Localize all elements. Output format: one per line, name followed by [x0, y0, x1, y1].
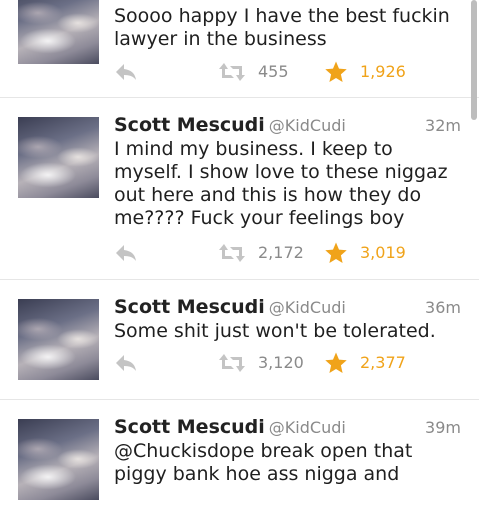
tweet[interactable]: Scott Mescudi @KidCudi 36m Some shit just…	[0, 280, 479, 400]
tweet-text: Soooo happy I have the best fuckin lawye…	[114, 5, 450, 50]
star-icon[interactable]	[324, 351, 348, 375]
tweet-text: I mind my business. I keep to myself. I …	[114, 138, 448, 229]
retweet-count: 455	[258, 62, 289, 81]
tweet-header: Scott Mescudi @KidCudi 39m	[114, 416, 461, 440]
user-handle: @KidCudi	[268, 298, 346, 317]
favorite-count: 1,926	[360, 62, 406, 81]
star-icon[interactable]	[324, 60, 348, 84]
avatar[interactable]	[18, 0, 99, 64]
scrollbar[interactable]	[471, 0, 477, 120]
tweet-actions: 3,120 2,377	[114, 352, 461, 376]
tweet-header: Scott Mescudi @KidCudi 36m	[114, 296, 461, 320]
favorite-count: 3,019	[360, 243, 406, 262]
tweet-actions: 455 1,926	[114, 61, 461, 85]
avatar[interactable]	[18, 117, 99, 198]
user-handle: @KidCudi	[268, 418, 346, 437]
display-name[interactable]: Scott Mescudi @KidCudi	[114, 296, 346, 318]
tweet[interactable]: Scott Mescudi @KidCudi 39m @Chuckisdope b…	[0, 400, 479, 520]
avatar[interactable]	[18, 419, 99, 500]
tweet-feed[interactable]: Soooo happy I have the best fuckin lawye…	[0, 0, 479, 500]
retweet-icon[interactable]	[218, 352, 246, 374]
retweet-icon[interactable]	[218, 61, 246, 83]
retweet-icon[interactable]	[218, 242, 246, 264]
tweet[interactable]: Scott Mescudi @KidCudi 32m I mind my busi…	[0, 98, 479, 280]
retweet-count: 3,120	[258, 353, 304, 372]
tweet-text: @Chuckisdope break open that piggy bank …	[114, 440, 413, 485]
retweet-count: 2,172	[258, 243, 304, 262]
tweet-text: Some shit just won't be tolerated.	[114, 320, 436, 342]
tweet-header: Scott Mescudi @KidCudi 32m	[114, 114, 461, 138]
reply-icon[interactable]	[114, 352, 138, 374]
display-name[interactable]: Scott Mescudi @KidCudi	[114, 416, 346, 438]
display-name[interactable]: Scott Mescudi @KidCudi	[114, 114, 346, 136]
star-icon[interactable]	[324, 241, 348, 265]
avatar[interactable]	[18, 299, 99, 380]
favorite-count: 2,377	[360, 353, 406, 372]
user-handle: @KidCudi	[268, 116, 346, 135]
reply-icon[interactable]	[114, 61, 138, 83]
reply-icon[interactable]	[114, 242, 138, 264]
tweet-timestamp: 36m	[425, 298, 461, 317]
tweet-timestamp: 39m	[425, 418, 461, 437]
tweet[interactable]: Soooo happy I have the best fuckin lawye…	[0, 0, 479, 98]
tweet-timestamp: 32m	[425, 116, 461, 135]
tweet-actions: 2,172 3,019	[114, 242, 461, 266]
